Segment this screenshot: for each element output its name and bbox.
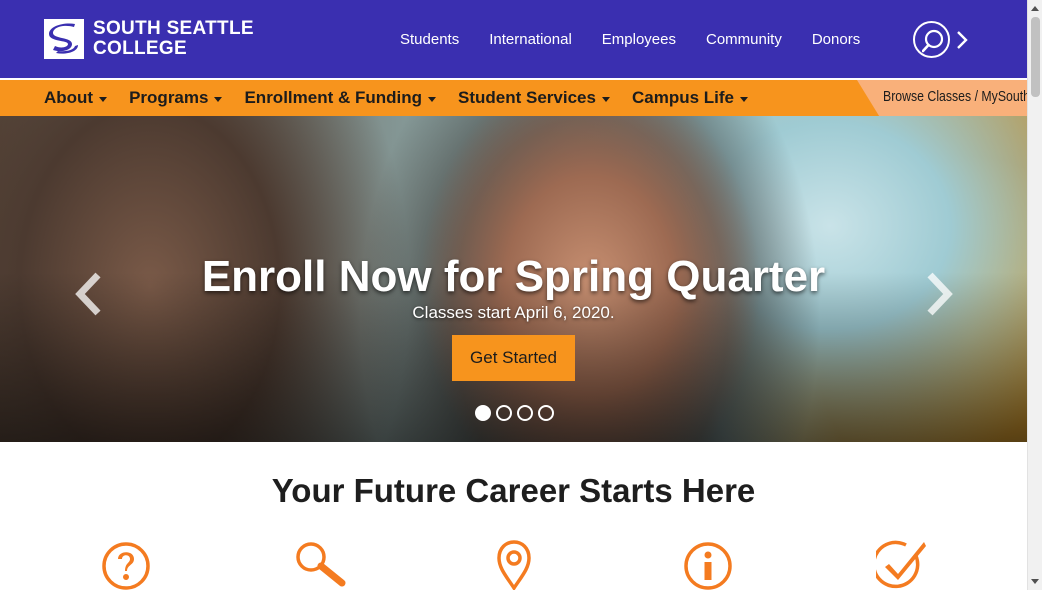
nav-enrollment-label: Enrollment & Funding <box>244 88 423 107</box>
logo-line-1: SOUTH SEATTLE <box>93 18 254 39</box>
nav-student-services[interactable]: Student Services <box>458 88 610 108</box>
nav-about[interactable]: About <box>44 88 108 108</box>
carousel-next-button[interactable] <box>918 269 958 319</box>
logo-text: SOUTH SEATTLE COLLEGE <box>93 19 254 59</box>
site-header: SOUTH SEATTLE COLLEGE Students Internati… <box>0 0 1027 78</box>
caret-down-icon <box>428 96 437 102</box>
caret-down-icon <box>214 96 223 102</box>
question-icon[interactable] <box>101 540 151 590</box>
carousel-prev-button[interactable] <box>70 269 110 319</box>
nav-programs-label: Programs <box>129 88 209 107</box>
checkmark-icon[interactable] <box>871 540 926 590</box>
nav-about-label: About <box>44 88 94 107</box>
hero-subtitle: Classes start April 6, 2020. <box>412 303 615 322</box>
nav-programs[interactable]: Programs <box>129 88 223 108</box>
search-icon <box>922 29 944 53</box>
nav-student-services-label: Student Services <box>458 88 596 107</box>
scroll-down-arrow-icon[interactable] <box>1031 579 1039 584</box>
search-icon[interactable] <box>294 540 346 590</box>
carousel-dot-3[interactable] <box>517 405 533 421</box>
main-nav: About Programs Enrollment & Funding Stud… <box>44 88 770 108</box>
nav-enrollment-funding[interactable]: Enrollment & Funding <box>244 88 437 108</box>
more-links-button[interactable] <box>954 28 970 52</box>
location-pin-icon[interactable] <box>489 540 539 590</box>
search-button[interactable] <box>913 21 950 58</box>
scrollbar-thumb[interactable] <box>1031 17 1040 97</box>
nav-employees[interactable]: Employees <box>602 30 676 50</box>
carousel-indicators <box>475 405 554 421</box>
carousel-dot-4[interactable] <box>538 405 554 421</box>
chevron-right-icon <box>927 272 953 316</box>
section-heading: Your Future Career Starts Here <box>271 472 756 509</box>
audience-nav: Students International Employees Communi… <box>400 30 890 50</box>
carousel-dot-2[interactable] <box>496 405 512 421</box>
browse-classes-link[interactable]: Browse Classes / MySouth <box>857 80 1027 116</box>
hero-title: Enroll Now for Spring Quarter <box>201 252 826 301</box>
logo-mark-icon <box>44 19 84 59</box>
nav-campus-life[interactable]: Campus Life <box>632 88 748 108</box>
nav-community[interactable]: Community <box>706 30 782 50</box>
scroll-up-arrow-icon[interactable] <box>1031 6 1039 11</box>
page-scrollbar[interactable] <box>1027 0 1042 590</box>
nav-divider <box>0 78 1027 80</box>
chevron-right-icon <box>957 31 968 49</box>
browse-classes-label: Browse Classes / MySouth <box>883 88 1030 105</box>
caret-down-icon <box>740 96 748 102</box>
nav-campus-life-label: Campus Life <box>631 88 734 107</box>
nav-donors[interactable]: Donors <box>812 30 860 50</box>
logo-line-2: COLLEGE <box>93 38 187 59</box>
hero-carousel: Enroll Now for Spring Quarter Classes st… <box>0 116 1027 442</box>
college-logo[interactable]: SOUTH SEATTLE COLLEGE <box>44 17 264 61</box>
main-nav-bar: About Programs Enrollment & Funding Stud… <box>0 78 1027 116</box>
nav-students[interactable]: Students <box>400 30 459 50</box>
caret-down-icon <box>99 96 108 102</box>
nav-international[interactable]: International <box>489 30 572 50</box>
info-icon[interactable] <box>683 540 733 590</box>
chevron-left-icon <box>75 272 101 316</box>
get-started-button[interactable]: Get Started <box>452 335 575 381</box>
carousel-dot-1[interactable] <box>475 405 491 421</box>
caret-down-icon <box>601 96 610 102</box>
